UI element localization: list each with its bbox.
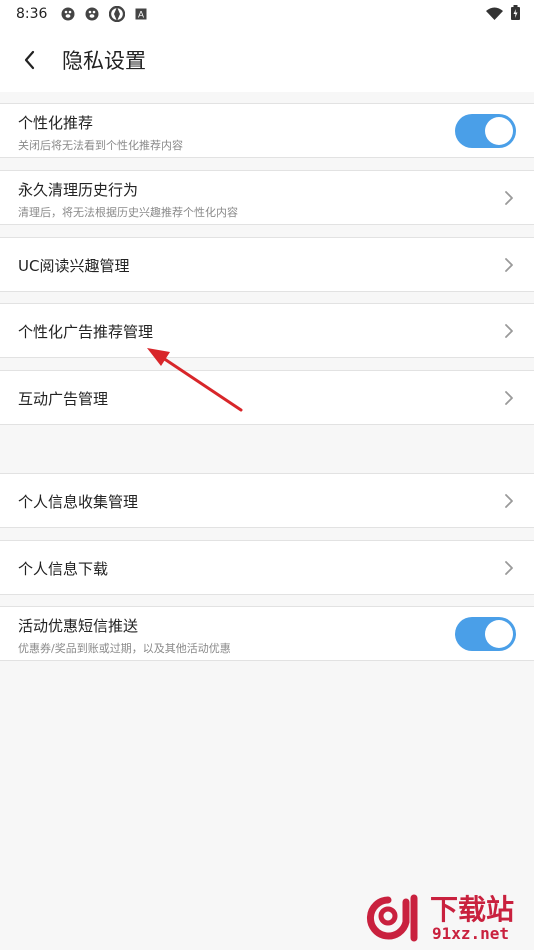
watermark-title: 下载站 [430, 893, 515, 926]
setting-subtitle: 优惠券/奖品到账或过期，以及其他活动优惠 [18, 642, 231, 655]
setting-row-interactive-ads[interactable]: 互动广告管理 [0, 370, 534, 425]
page-title: 隐私设置 [62, 49, 146, 73]
setting-row-personalized-ads[interactable]: 个性化广告推荐管理 [0, 303, 534, 358]
setting-title: 活动优惠短信推送 [18, 617, 139, 635]
chevron-right-icon [505, 391, 513, 405]
setting-title: 个性化推荐 [18, 114, 94, 132]
setting-title: 个性化广告推荐管理 [18, 323, 154, 341]
baidu-paw-icon [61, 7, 75, 21]
status-system-icons [486, 4, 520, 24]
setting-subtitle: 清理后，将无法根据历史兴趣推荐个性化内容 [18, 206, 238, 219]
setting-row-clear-history[interactable]: 永久清理历史行为 清理后，将无法根据历史兴趣推荐个性化内容 [0, 170, 534, 225]
toggle-knob [485, 620, 513, 648]
chevron-left-icon [24, 50, 35, 70]
setting-row-promo-sms[interactable]: 活动优惠短信推送 优惠券/奖品到账或过期，以及其他活动优惠 [0, 606, 534, 661]
setting-subtitle: 关闭后将无法看到个性化推荐内容 [18, 139, 183, 152]
watermark: 下载站 91xz.net [360, 888, 530, 946]
baidu-paw-icon [85, 7, 99, 21]
a-box-icon: A [135, 8, 147, 20]
watermark-logo-icon [366, 894, 418, 942]
chevron-right-icon [505, 324, 513, 338]
status-bar: 8:36 A [0, 0, 534, 28]
setting-title: 永久清理历史行为 [18, 181, 139, 199]
setting-title: 互动广告管理 [18, 390, 109, 408]
promo-sms-toggle[interactable] [455, 617, 516, 651]
watermark-url: 91xz.net [432, 924, 510, 943]
app-header: 隐私设置 [0, 28, 534, 92]
setting-title: 个人信息收集管理 [18, 493, 139, 511]
svg-text:A: A [138, 10, 144, 20]
setting-row-personal-info-collection[interactable]: 个人信息收集管理 [0, 473, 534, 528]
toggle-knob [485, 117, 513, 145]
setting-title: UC阅读兴趣管理 [18, 257, 130, 275]
back-button[interactable] [0, 28, 60, 92]
personalized-recommendation-toggle[interactable] [455, 114, 516, 148]
setting-title: 个人信息下载 [18, 560, 109, 578]
chevron-right-icon [505, 191, 513, 205]
setting-row-personalized-recommendation[interactable]: 个性化推荐 关闭后将无法看到个性化推荐内容 [0, 103, 534, 158]
chevron-right-icon [505, 561, 513, 575]
setting-row-personal-info-download[interactable]: 个人信息下载 [0, 540, 534, 595]
chevron-right-icon [505, 494, 513, 508]
status-notification-icons: A [61, 6, 147, 22]
aperture-icon [109, 6, 126, 22]
setting-row-uc-reading-interest[interactable]: UC阅读兴趣管理 [0, 237, 534, 292]
status-time: 8:36 [16, 6, 48, 22]
chevron-right-icon [505, 258, 513, 272]
wifi-icon [486, 5, 503, 24]
battery-icon [511, 4, 520, 24]
